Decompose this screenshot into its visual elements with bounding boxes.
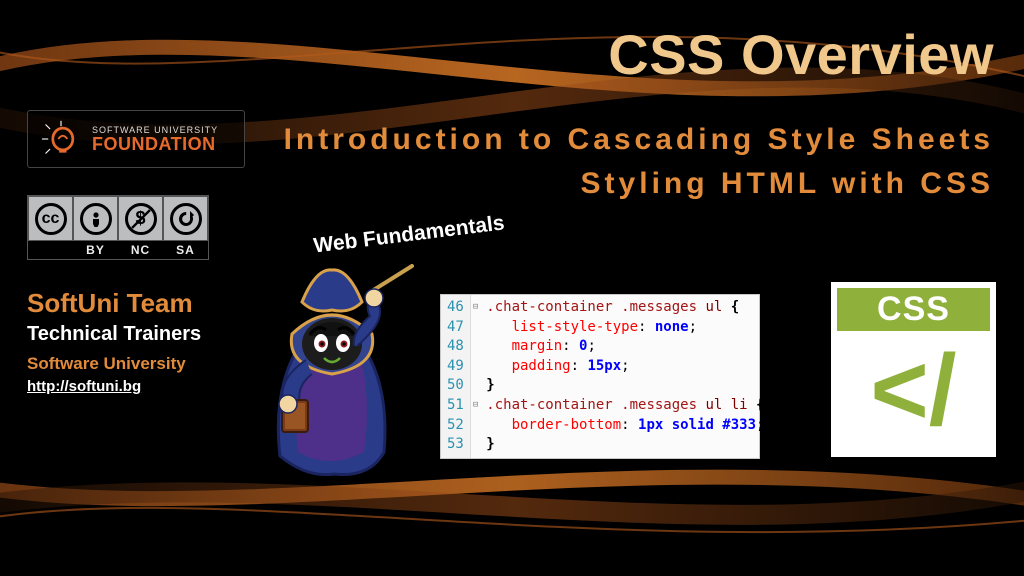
page-title: CSS Overview: [608, 22, 994, 87]
cc-label-by: BY: [73, 241, 118, 259]
wizard-mascot: [252, 256, 417, 486]
team-name: SoftUni Team: [27, 288, 201, 319]
cc-license-badge: cc $ BY NC SA: [27, 195, 209, 260]
code-snippet: 4647484950515253 ⊟⊟ .chat-container .mes…: [440, 294, 760, 459]
foundation-logo: SOFTWARE UNIVERSITY FOUNDATION: [27, 110, 245, 168]
css-logo-label: CSS: [837, 288, 990, 331]
cc-label-nc: NC: [118, 241, 163, 259]
foundation-text-bottom: FOUNDATION: [92, 135, 218, 153]
sa-icon: [170, 203, 202, 235]
team-info: SoftUni Team Technical Trainers Software…: [27, 288, 201, 395]
cc-icon: cc: [35, 203, 67, 235]
team-link[interactable]: http://softuni.bg: [27, 378, 201, 395]
page-subtitle: Introduction to Cascading Style Sheets S…: [284, 118, 994, 205]
team-role: Technical Trainers: [27, 323, 201, 346]
cc-label-0: [28, 241, 73, 259]
subtitle-line-2: Styling HTML with CSS: [284, 162, 994, 206]
web-fundamentals-label: Web Fundamentals: [312, 211, 506, 258]
code-lines: .chat-container .messages ul { list-styl…: [480, 295, 770, 458]
team-org: Software University: [27, 354, 201, 374]
css-logo: CSS </: [831, 282, 996, 457]
css-logo-angle: </: [837, 331, 990, 449]
subtitle-line-1: Introduction to Cascading Style Sheets: [284, 118, 994, 162]
code-fold-column: ⊟⊟: [471, 295, 480, 458]
by-icon: [80, 203, 112, 235]
code-gutter: 4647484950515253: [441, 295, 471, 458]
nc-icon: $: [125, 203, 157, 235]
lightbulb-icon: [38, 119, 84, 159]
cc-label-sa: SA: [163, 241, 208, 259]
